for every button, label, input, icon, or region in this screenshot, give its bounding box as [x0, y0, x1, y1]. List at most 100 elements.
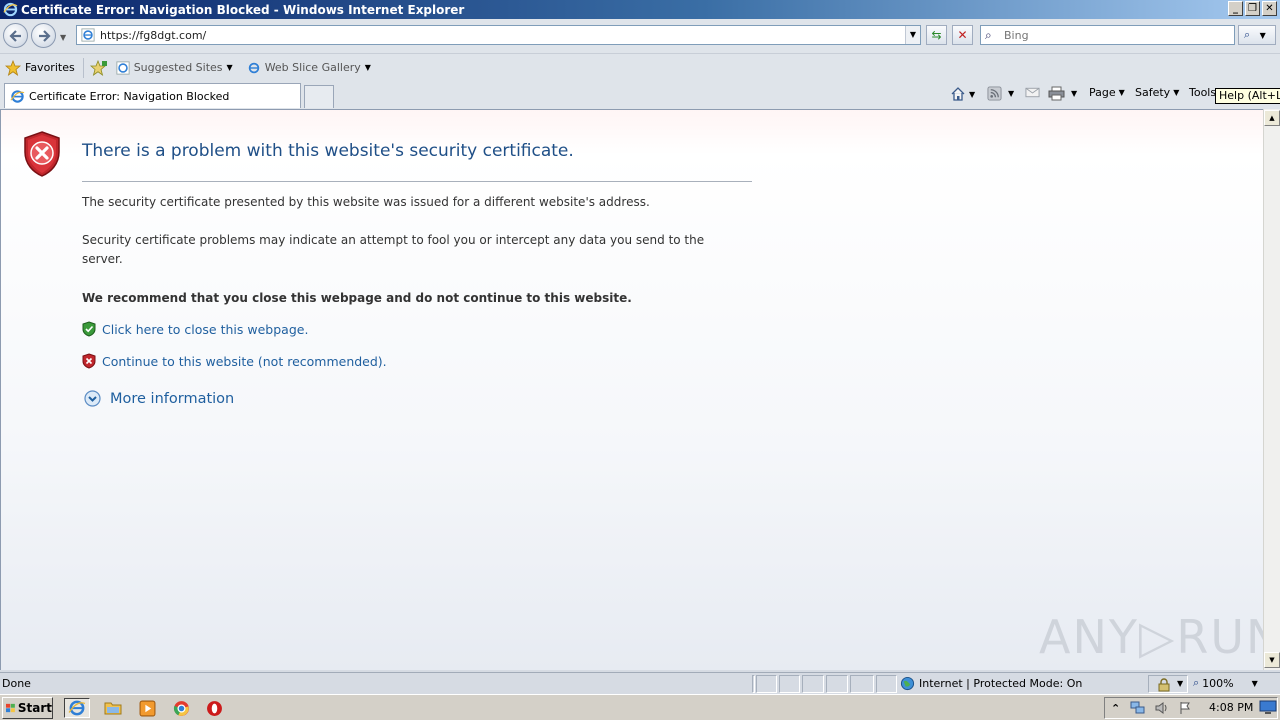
bing-search-icon: ⌕ — [985, 27, 992, 42]
continue-website-label[interactable]: Continue to this website (not recommende… — [102, 354, 387, 369]
divider — [82, 181, 752, 182]
search-options-dropdown-icon: ▼ — [1259, 31, 1266, 40]
tools-menu-label: Tools — [1189, 86, 1217, 99]
favorites-button[interactable]: Favorites — [5, 59, 75, 76]
stop-icon: ✕ — [957, 28, 968, 42]
address-dropdown-icon[interactable]: ▼ — [905, 26, 920, 44]
chrome-icon — [173, 700, 189, 716]
close-window-button[interactable]: ✕ — [1262, 1, 1277, 16]
tab-label: Certificate Error: Navigation Blocked — [29, 89, 230, 103]
security-zone[interactable]: Internet | Protected Mode: On — [900, 676, 1082, 691]
show-desktop-button[interactable] — [1259, 700, 1277, 715]
stop-button[interactable]: ✕ — [952, 25, 973, 45]
start-button[interactable]: Start — [2, 697, 53, 719]
print-dropdown-icon: ▼ — [1071, 89, 1078, 98]
windows-logo-icon — [6, 703, 15, 713]
magnifier-icon: ⌕ — [1244, 28, 1251, 41]
recent-pages-dropdown-icon[interactable]: ▼ — [60, 33, 66, 42]
taskbar-opera[interactable] — [201, 698, 227, 718]
status-pane — [876, 675, 897, 693]
recommendation-text: We recommend that you close this webpage… — [82, 291, 632, 305]
address-bar[interactable]: https://fg8dgt.com/ ▼ — [76, 25, 921, 45]
certificate-mismatch-text: The security certificate presented by th… — [82, 195, 650, 209]
tab-certificate-error[interactable]: Certificate Error: Navigation Blocked — [4, 83, 301, 108]
search-go-button[interactable]: ⌕ ▼ — [1238, 25, 1276, 45]
minimize-button[interactable]: _ — [1228, 1, 1243, 16]
web-slice-dropdown-icon: ▼ — [364, 63, 371, 72]
folder-icon — [104, 702, 122, 715]
navigation-bar: ▼ https://fg8dgt.com/ ▼ ⇆ ✕ ⌕ ⌕ ▼ — [0, 19, 1280, 53]
action-center-flag-icon[interactable] — [1178, 701, 1192, 715]
taskbar-chrome[interactable] — [168, 698, 194, 718]
url-text[interactable]: https://fg8dgt.com/ — [100, 29, 905, 42]
green-shield-icon — [82, 321, 96, 337]
close-webpage-label[interactable]: Click here to close this webpage. — [102, 322, 308, 337]
red-shield-error-icon — [24, 131, 60, 177]
web-slice-gallery-label: Web Slice Gallery — [264, 61, 361, 74]
status-pane — [826, 675, 848, 693]
scroll-down-button[interactable]: ▼ — [1264, 652, 1280, 668]
protected-mode-pane[interactable]: ▼ — [1148, 675, 1188, 693]
volume-icon[interactable] — [1154, 701, 1170, 715]
restore-button[interactable]: ❐ — [1245, 1, 1260, 16]
zoom-magnifier-icon: ⌕ — [1193, 676, 1200, 689]
home-button[interactable]: ▼ — [950, 86, 975, 102]
separator — [82, 57, 84, 78]
zoom-dropdown-icon: ▼ — [1251, 678, 1258, 688]
suggested-sites-dropdown-icon: ▼ — [226, 63, 233, 72]
zoom-control[interactable]: ⌕ 100% ▼ — [1193, 676, 1258, 690]
protected-mode-dropdown-icon: ▼ — [1177, 679, 1184, 688]
status-text: Done — [2, 677, 31, 690]
globe-icon — [900, 676, 915, 691]
printer-icon — [1048, 86, 1065, 101]
status-pane — [850, 675, 874, 693]
favorites-bar: Favorites Suggested Sites ▼ Web Slice Ga… — [0, 53, 1280, 81]
feeds-dropdown-icon: ▼ — [1008, 89, 1015, 98]
security-warning-text: Security certificate problems may indica… — [82, 233, 705, 266]
web-slice-ie-icon — [248, 62, 259, 73]
more-information-label[interactable]: More information — [110, 391, 234, 407]
taskbar-explorer[interactable] — [100, 698, 126, 718]
add-to-favorites-bar-button[interactable] — [89, 59, 108, 76]
feeds-button[interactable]: ▼ — [987, 86, 1014, 101]
safety-menu[interactable]: Safety ▼ — [1135, 86, 1179, 99]
tools-menu[interactable]: Tools — [1189, 86, 1216, 99]
close-webpage-link[interactable]: Click here to close this webpage. — [82, 321, 308, 337]
more-information-toggle[interactable]: More information — [84, 390, 234, 407]
favorites-label: Favorites — [25, 61, 75, 74]
system-clock[interactable]: 4:08 PM — [1209, 701, 1253, 714]
security-zone-label: Internet | Protected Mode: On — [919, 677, 1083, 690]
lock-settings-icon — [1158, 678, 1170, 692]
taskbar-media-player[interactable] — [134, 698, 160, 718]
status-pane — [802, 675, 824, 693]
page-menu[interactable]: Page ▼ — [1089, 86, 1125, 99]
page-content: There is a problem with this website's s… — [0, 109, 1263, 670]
network-icon[interactable] — [1130, 701, 1146, 715]
continue-website-link[interactable]: Continue to this website (not recommende… — [82, 353, 387, 369]
new-tab-button[interactable] — [304, 85, 334, 108]
taskbar-internet-explorer[interactable] — [64, 698, 90, 718]
search-input[interactable] — [1004, 28, 1224, 42]
title-bar: Certificate Error: Navigation Blocked - … — [0, 0, 1280, 19]
search-box[interactable]: ⌕ — [980, 25, 1235, 45]
window-controls: _ ❐ ✕ — [1228, 1, 1277, 16]
internet-explorer-icon — [68, 700, 86, 716]
web-slice-gallery-item[interactable]: Web Slice Gallery ▼ — [247, 61, 371, 75]
read-mail-button[interactable] — [1025, 86, 1040, 99]
back-button[interactable] — [3, 23, 28, 48]
refresh-button[interactable]: ⇆ — [926, 25, 947, 45]
ie-logo-icon — [3, 2, 18, 17]
status-pane — [756, 675, 777, 693]
status-bar: Done Internet | Protected Mode: On ▼ ⌕ 1… — [0, 672, 1280, 694]
print-button[interactable]: ▼ — [1048, 86, 1077, 101]
back-arrow-icon — [9, 30, 21, 42]
anyrun-watermark: ANY▷RUN — [1039, 610, 1263, 664]
page-ie-icon — [81, 28, 95, 42]
refresh-icon: ⇆ — [931, 28, 942, 42]
show-hidden-icons-icon[interactable]: ⌃ — [1111, 702, 1120, 715]
vertical-scrollbar[interactable]: ▲ ▼ — [1263, 109, 1280, 670]
forward-button[interactable] — [31, 23, 56, 48]
scroll-up-button[interactable]: ▲ — [1264, 110, 1280, 126]
suggested-sites-item[interactable]: Suggested Sites ▼ — [116, 60, 233, 75]
mail-icon — [1025, 87, 1040, 98]
